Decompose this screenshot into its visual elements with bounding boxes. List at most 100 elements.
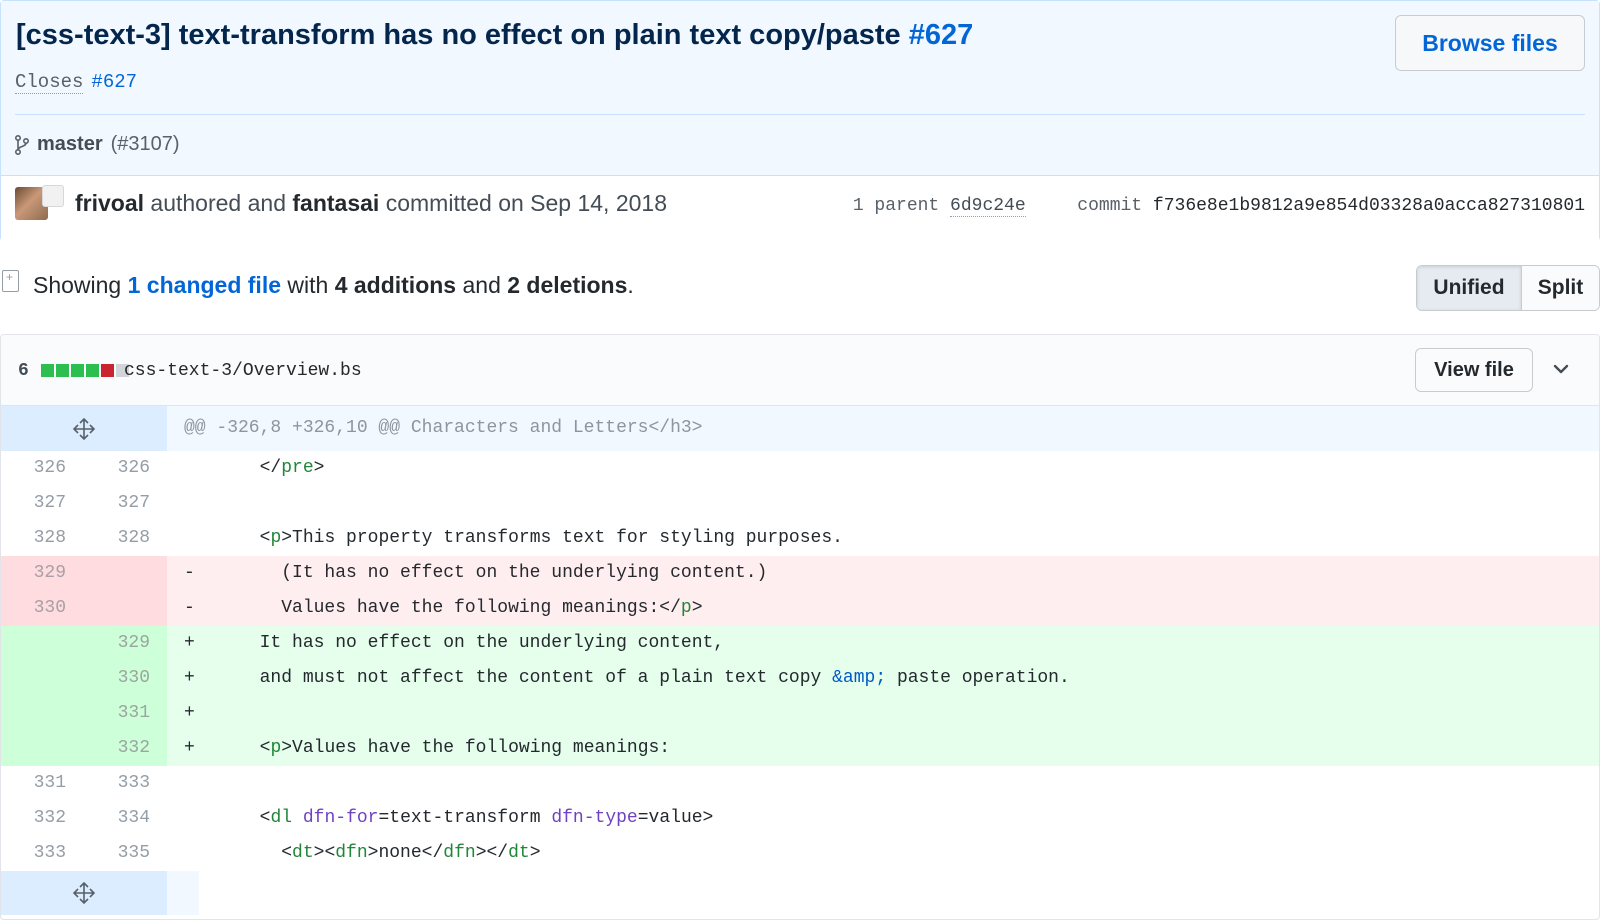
new-line-number[interactable]: 334 [83,801,167,836]
committer-link[interactable]: fantasai [292,190,379,216]
diffstat-block-deleted [101,364,114,377]
diff-line-ctx: 326 326 </pre> [1,451,1599,486]
diffstat-block-added [56,364,69,377]
browse-files-button[interactable]: Browse files [1395,15,1585,71]
old-line-number[interactable] [1,626,83,661]
code-token: >This property transforms text for styli… [281,528,843,548]
closes-keyword[interactable]: Closes [15,71,84,94]
commit-authorship: frivoal authored and fantasai committed … [75,190,667,217]
file-diff-icon [2,270,19,292]
code-token: paste operation. [886,668,1070,688]
new-line-number[interactable]: 328 [83,521,167,556]
old-line-number[interactable]: 333 [1,836,83,871]
diff-view-toggle: Unified Split [1416,265,1600,311]
code-token: =text-transform [378,808,552,828]
code-token: dfn [443,843,476,863]
old-line-number[interactable]: 329 [1,556,83,591]
code-line: <dl dfn-for=text-transform dfn-type=valu… [167,801,1599,836]
diff-line-ctx: 331 333 [1,766,1599,801]
code-token: > [529,843,541,863]
new-line-number[interactable]: 327 [83,486,167,521]
code-token: p [270,528,282,548]
new-line-number[interactable]: 331 [83,696,167,731]
diff-line-add: 330 + and must not affect the content of … [1,661,1599,696]
commit-label: commit [1077,196,1143,216]
new-line-number[interactable] [83,556,167,591]
old-line-number[interactable] [1,661,83,696]
file-path[interactable]: css-text-3/Overview.bs [124,361,362,381]
code-token: dt [292,843,314,863]
git-branch-icon [15,134,29,155]
commit-meta: frivoal authored and fantasai committed … [1,175,1599,241]
code-token: dfn [335,843,368,863]
commit-title-issue-link[interactable]: #627 [909,19,974,51]
new-line-number[interactable]: 330 [83,661,167,696]
code-line: </pre> [167,451,1599,486]
old-line-number[interactable]: 332 [1,801,83,836]
old-line-number[interactable]: 327 [1,486,83,521]
code-token: dfn-type [551,808,638,828]
old-line-number[interactable]: 331 [1,766,83,801]
code-token: >< [313,843,336,863]
split-view-button[interactable]: Split [1521,266,1599,310]
authored-text: authored and [150,190,286,216]
new-line-number[interactable]: 332 [83,731,167,766]
code-token: </ [194,458,282,478]
committer-avatar[interactable] [42,185,64,207]
code-token: p [270,738,282,758]
diffstat-block-added [86,364,99,377]
author-link[interactable]: frivoal [75,190,144,216]
new-line-number[interactable]: 329 [83,626,167,661]
new-line-number[interactable]: 326 [83,451,167,486]
unified-view-button[interactable]: Unified [1417,266,1521,310]
diff-line-ctx: 333 335 <dt><dfn>none</dfn></dt> [1,836,1599,871]
summary-and: and [462,272,501,298]
diff-line-ctx: 327 327 [1,486,1599,521]
old-line-number[interactable]: 328 [1,521,83,556]
code-token: ></ [475,843,509,863]
new-line-number[interactable] [83,591,167,626]
hunk-header-text: @@ -326,8 +326,10 @@ Characters and Lett… [184,418,703,438]
code-token: pre [281,458,314,478]
code-token: > [313,458,325,478]
view-file-button[interactable]: View file [1415,348,1533,392]
code-token: =value> [637,808,714,828]
branch-name-link[interactable]: master [37,133,103,156]
code-line: + It has no effect on the underlying con… [167,626,1599,661]
old-line-number[interactable] [1,696,83,731]
commit-sha-block: 1 parent 6d9c24e commit f736e8e1b9812a9e… [853,196,1585,217]
diffstat-block-added [71,364,84,377]
expand-up-button[interactable] [1,406,167,451]
closes-issue-link[interactable]: #627 [91,71,137,93]
diff-marker [184,528,195,548]
diff-marker: + [184,703,195,723]
old-line-number[interactable]: 330 [1,591,83,626]
diff-marker [184,843,195,863]
commit-header: [css-text-3] text-transform has no effec… [0,0,1600,241]
diff-line-add: 329 + It has no effect on the underlying … [1,626,1599,661]
code-token: dl [270,808,293,828]
code-line [167,766,1599,801]
diff-marker: + [184,738,195,758]
new-line-number[interactable]: 333 [83,766,167,801]
file-header: 6 css-text-3/Overview.bs View file [1,335,1599,406]
expand-down-button[interactable] [1,871,167,915]
pull-request-ref[interactable]: (#3107) [111,133,180,156]
chevron-down-icon[interactable] [1551,359,1571,379]
summary-with: with [287,272,329,298]
diff-marker [184,773,195,793]
diff-marker: - [184,598,195,618]
old-line-number[interactable]: 326 [1,451,83,486]
file-diff: 6 css-text-3/Overview.bs View file @@ -3… [0,334,1600,920]
parent-sha-link[interactable]: 6d9c24e [950,196,1026,217]
old-line-number[interactable] [1,731,83,766]
diff-marker [184,458,195,478]
code-token: &amp; [832,668,887,688]
diff-marker: + [184,668,195,688]
changed-files-link[interactable]: 1 changed file [128,272,281,298]
new-line-number[interactable]: 335 [83,836,167,871]
branch-info: master (#3107) [15,133,180,156]
diff-summary: Showing 1 changed file with 4 additions … [0,262,1600,312]
diff-line-add: 331 + [1,696,1599,731]
